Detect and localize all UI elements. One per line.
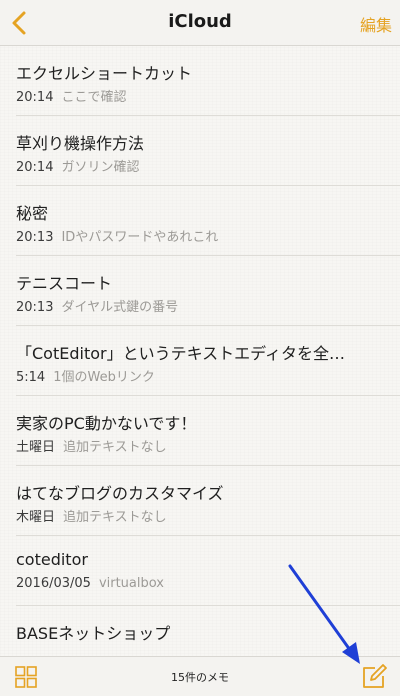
note-subtitle: 木曜日 追加テキストなし [16, 506, 386, 525]
note-title: エクセルショートカット [16, 64, 193, 83]
compose-button[interactable] [360, 663, 388, 691]
note-subtitle: 20:14 ガソリン確認 [16, 156, 386, 175]
note-title: coteditor [16, 550, 88, 569]
note-title: はてなブログのカスタマイズ [16, 484, 224, 503]
note-time: 20:14 [16, 90, 54, 105]
navigation-bar: iCloud 編集 [0, 0, 400, 46]
page-title: iCloud [168, 11, 232, 32]
note-subtitle: 20:14 ここで確認 [16, 86, 386, 105]
edit-button[interactable]: 編集 [360, 12, 392, 36]
note-title: 実家のPC動かないです！ [16, 414, 197, 433]
note-subtitle: 5:14 1個のWebリンク [16, 366, 386, 385]
note-preview: 1個のWebリンク [53, 370, 155, 385]
note-time: 土曜日 [16, 440, 56, 455]
note-title: 「CotEditor」というテキストエディタを全… [16, 344, 345, 363]
note-item[interactable]: 「CotEditor」というテキストエディタを全… 5:14 1個のWebリンク [16, 326, 400, 396]
note-item[interactable]: エクセルショートカット 20:14 ここで確認 [16, 46, 400, 116]
note-subtitle: 土曜日 追加テキストなし [16, 436, 386, 455]
note-count: 15件のメモ [171, 671, 229, 684]
note-item[interactable]: テニスコート 20:13 ダイヤル式鍵の番号 [16, 256, 400, 326]
note-title: テニスコート [16, 274, 113, 293]
compose-icon [363, 664, 387, 688]
note-item[interactable]: 秘密 20:13 IDやパスワードやあれこれ [16, 186, 400, 256]
note-time: 20:13 [16, 230, 54, 245]
note-preview: ガソリン確認 [61, 160, 140, 175]
note-subtitle: 20:13 ダイヤル式鍵の番号 [16, 296, 386, 315]
note-title: BASEネットショップ [16, 624, 171, 643]
notes-list: エクセルショートカット 20:14 ここで確認 草刈り機操作方法 20:14 ガソリ… [0, 46, 400, 656]
note-item[interactable]: 実家のPC動かないです！ 土曜日 追加テキストなし [16, 396, 400, 466]
note-item[interactable]: 草刈り機操作方法 20:14 ガソリン確認 [16, 116, 400, 186]
note-preview: virtualbox [98, 576, 165, 591]
note-subtitle: 2016/03/05 virtualbox [16, 576, 386, 591]
note-title: 草刈り機操作方法 [16, 134, 145, 153]
note-time: 20:14 [16, 160, 54, 175]
note-item[interactable]: はてなブログのカスタマイズ 木曜日 追加テキストなし [16, 466, 400, 536]
note-time: 20:13 [16, 300, 54, 315]
note-item[interactable]: BASEネットショップ [16, 606, 400, 656]
note-preview: ダイヤル式鍵の番号 [61, 300, 179, 315]
note-time: 2016/03/05 [16, 576, 91, 591]
note-item[interactable]: coteditor 2016/03/05 virtualbox [16, 536, 400, 606]
bottom-toolbar: 15件のメモ [0, 656, 400, 696]
note-preview: ここで確認 [61, 90, 127, 105]
note-title: 秘密 [16, 204, 49, 223]
note-time: 木曜日 [16, 510, 56, 525]
note-subtitle: 20:13 IDやパスワードやあれこれ [16, 226, 386, 245]
note-subtitle [16, 646, 386, 656]
note-preview: 追加テキストなし [63, 440, 167, 455]
note-preview: IDやパスワードやあれこれ [61, 230, 219, 245]
note-preview: 追加テキストなし [63, 510, 167, 525]
note-time: 5:14 [16, 370, 46, 385]
